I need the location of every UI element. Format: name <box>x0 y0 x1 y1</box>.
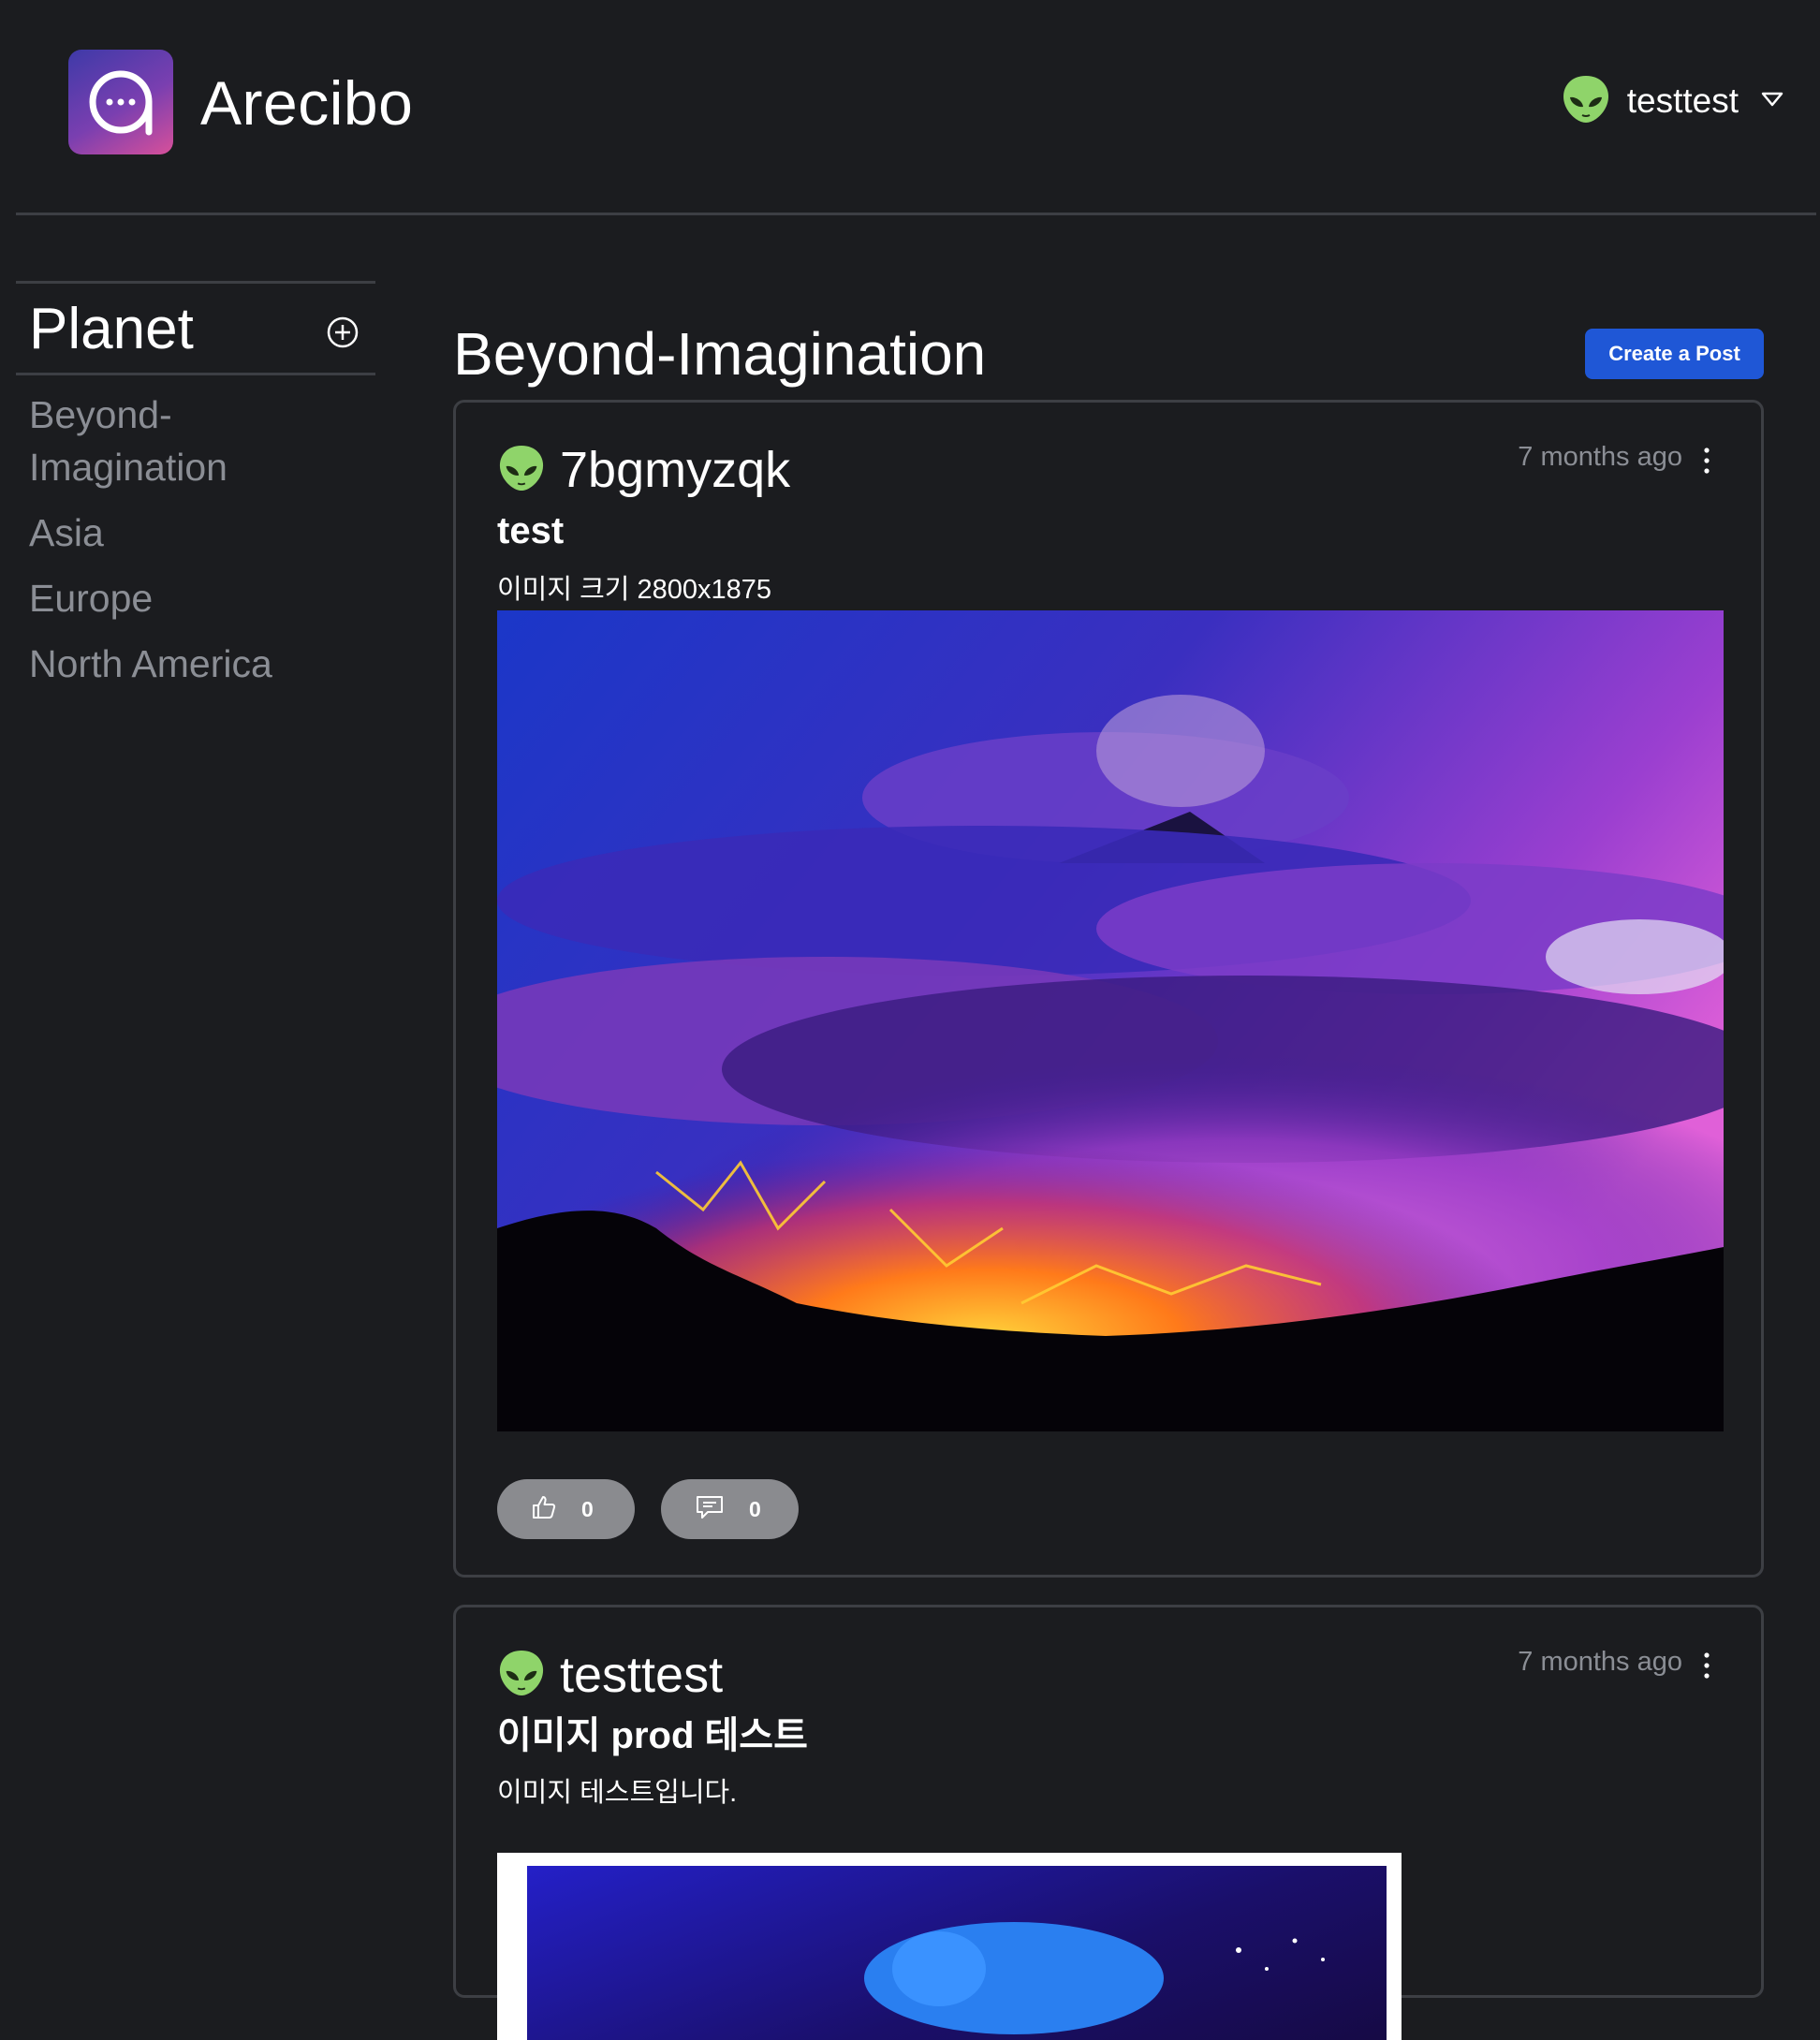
sidebar-item-europe[interactable]: Europe <box>29 572 329 624</box>
create-post-button[interactable]: Create a Post <box>1585 329 1764 379</box>
photo-content <box>527 1866 1387 2040</box>
alien-icon <box>1562 73 1610 130</box>
post-body: 이미지 테스트입니다. <box>497 1778 738 1808</box>
alien-icon <box>498 1648 545 1703</box>
post-header: testtest <box>498 1645 723 1705</box>
comment-icon <box>695 1494 725 1525</box>
post-author[interactable]: 7bgmyzqk <box>560 440 790 500</box>
user-menu[interactable]: testtest <box>1562 71 1783 131</box>
arecibo-logo-icon[interactable] <box>68 50 173 154</box>
sidebar-item-beyond-imagination[interactable]: Beyond-Imagination <box>29 389 329 493</box>
post-card: 7bgmyzqk 7 months ago test 이미지 크기 2800x1… <box>453 400 1764 1578</box>
sidebar-item-north-america[interactable]: North America <box>29 638 329 690</box>
more-options-icon[interactable] <box>1703 1651 1710 1680</box>
blue-art-photo[interactable] <box>497 1853 1402 2040</box>
chevron-down-icon <box>1761 91 1783 112</box>
post-body: 이미지 크기 2800x1875 <box>497 575 772 605</box>
comment-count: 0 <box>749 1496 761 1521</box>
top-header: Arecibo testtest <box>0 0 1820 215</box>
sidebar-item-asia[interactable]: Asia <box>29 506 329 559</box>
plus-circle-icon[interactable] <box>326 316 360 349</box>
page-title: Beyond-Imagination <box>453 320 987 388</box>
sidebar-title: Planet <box>29 297 194 361</box>
volcano-photo[interactable] <box>497 610 1724 1431</box>
sidebar-header: Planet <box>16 284 375 375</box>
thumbs-up-icon <box>531 1494 557 1525</box>
post-title[interactable]: test <box>497 507 564 554</box>
post-timestamp: 7 months ago <box>1518 1647 1682 1677</box>
post-author[interactable]: testtest <box>560 1645 723 1705</box>
alien-icon <box>498 443 545 498</box>
header-divider <box>16 213 1816 215</box>
like-button[interactable]: 0 <box>497 1479 635 1539</box>
post-card: testtest 7 months ago 이미지 prod 테스트 이미지 테… <box>453 1605 1764 2040</box>
planet-list: Beyond-Imagination Asia Europe North Ame… <box>16 375 375 690</box>
more-options-icon[interactable] <box>1703 446 1710 476</box>
post-header: 7bgmyzqk <box>498 440 790 500</box>
sidebar: Planet Beyond-Imagination Asia Europe No… <box>16 281 375 703</box>
post-actions: 0 0 <box>497 1479 799 1539</box>
post-timestamp: 7 months ago <box>1518 442 1682 472</box>
username-label: testtest <box>1626 81 1739 120</box>
app-title[interactable]: Arecibo <box>200 66 413 140</box>
like-count: 0 <box>581 1496 594 1521</box>
post-title[interactable]: 이미지 prod 테스트 <box>497 1712 808 1759</box>
comment-button[interactable]: 0 <box>661 1479 799 1539</box>
